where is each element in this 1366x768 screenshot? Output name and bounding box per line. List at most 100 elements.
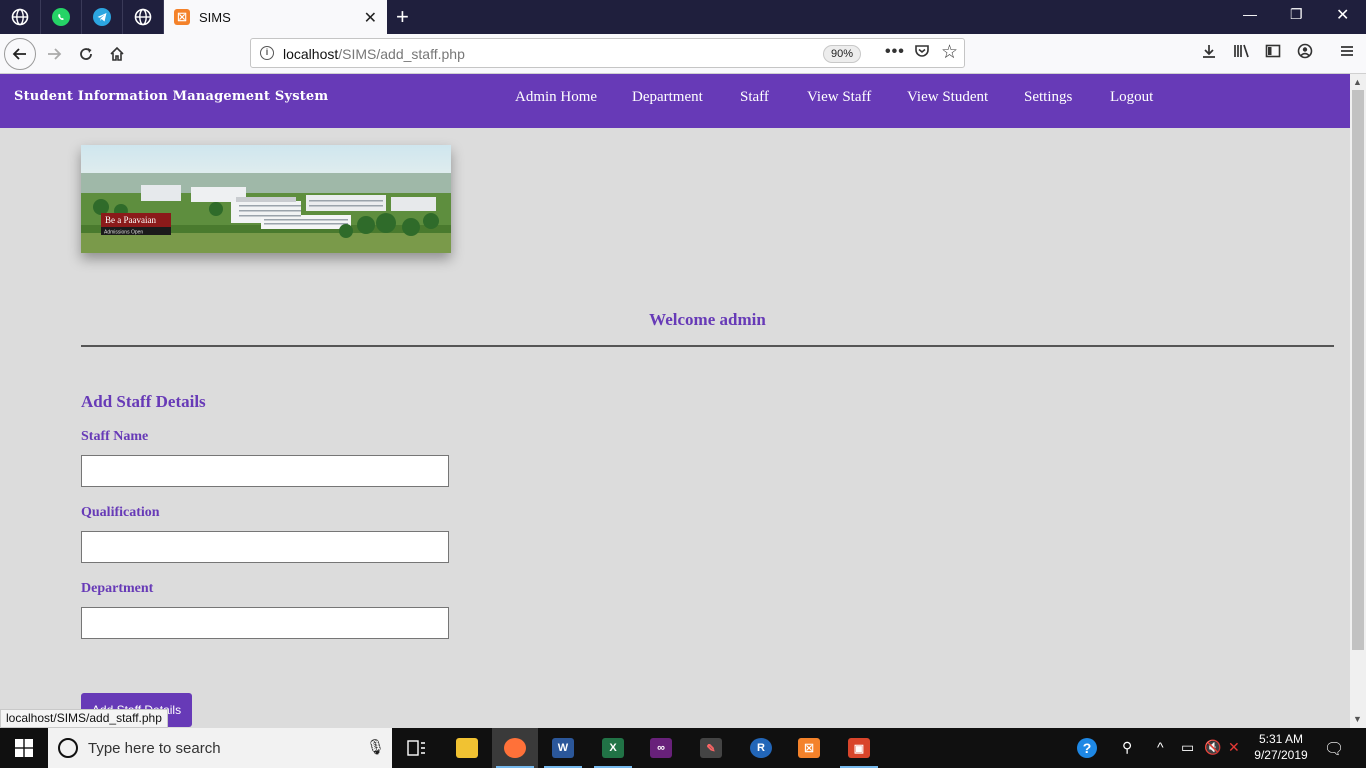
taskbar: Type here to search 🎙 W X ∞ ✎ R ☒ ▣ ? ⚲ … bbox=[0, 728, 1366, 768]
scroll-thumb[interactable] bbox=[1352, 90, 1364, 650]
people-icon[interactable]: ⚲ bbox=[1122, 739, 1132, 756]
close-window-icon[interactable]: ✕ bbox=[1336, 5, 1349, 25]
url-text: localhost/SIMS/add_staff.php bbox=[283, 46, 465, 62]
qualification-label: Qualification bbox=[81, 505, 160, 520]
taskbar-visual-studio[interactable]: ∞ bbox=[638, 728, 684, 768]
task-view-button[interactable] bbox=[394, 728, 440, 768]
taskbar-app-9[interactable]: ▣ bbox=[836, 728, 882, 768]
arrow-right-icon bbox=[48, 48, 62, 60]
taskbar-search[interactable]: Type here to search 🎙 bbox=[48, 728, 392, 768]
taskbar-r[interactable]: R bbox=[738, 728, 784, 768]
nav-logout[interactable]: Logout bbox=[1110, 89, 1153, 106]
network-icon[interactable]: ✕ bbox=[1228, 739, 1240, 756]
qualification-input[interactable] bbox=[81, 531, 449, 563]
form-title: Add Staff Details bbox=[81, 392, 206, 411]
close-icon[interactable]: ✕ bbox=[364, 8, 377, 28]
pocket-icon[interactable] bbox=[914, 43, 930, 64]
nav-view-staff[interactable]: View Staff bbox=[807, 89, 871, 106]
home-icon bbox=[110, 46, 124, 61]
nav-admin-home[interactable]: Admin Home bbox=[515, 89, 597, 106]
firefox-icon bbox=[504, 738, 526, 758]
department-input[interactable] bbox=[81, 607, 449, 639]
browser-toolbar: i localhost/SIMS/add_staff.php 90% ••• ☆ bbox=[0, 34, 1366, 74]
sidebar-icon[interactable] bbox=[1265, 43, 1281, 64]
restore-icon[interactable]: ❐ bbox=[1290, 6, 1303, 23]
more-actions-icon[interactable]: ••• bbox=[885, 43, 905, 61]
reload-button[interactable] bbox=[70, 38, 102, 70]
taskbar-excel[interactable]: X bbox=[590, 728, 636, 768]
system-clock[interactable]: 5:31 AM 9/27/2019 bbox=[1250, 731, 1312, 763]
page-content: Student Information Management System Ad… bbox=[0, 74, 1350, 728]
taskbar-app-6[interactable]: ✎ bbox=[688, 728, 734, 768]
globe-icon bbox=[11, 8, 29, 26]
tab-strip: ☒ SIMS ✕ + — ❐ ✕ bbox=[0, 0, 1366, 34]
pinned-tab-3[interactable] bbox=[82, 0, 123, 34]
nav-department[interactable]: Department bbox=[632, 89, 703, 106]
address-bar[interactable]: i localhost/SIMS/add_staff.php 90% ••• ☆ bbox=[250, 38, 965, 68]
scroll-down-icon[interactable]: ▼ bbox=[1353, 714, 1362, 724]
arrow-left-icon bbox=[12, 48, 26, 60]
hamburger-menu-icon[interactable] bbox=[1339, 43, 1355, 64]
site-header: Student Information Management System Ad… bbox=[0, 74, 1350, 128]
tab-title: SIMS bbox=[199, 9, 231, 25]
word-icon: W bbox=[552, 738, 574, 758]
taskbar-firefox[interactable] bbox=[492, 728, 538, 768]
search-placeholder: Type here to search bbox=[88, 740, 221, 757]
globe-icon bbox=[134, 8, 152, 26]
microphone-icon[interactable]: 🎙 bbox=[366, 738, 385, 756]
pinned-tab-2[interactable] bbox=[41, 0, 82, 34]
taskbar-file-explorer[interactable] bbox=[444, 728, 490, 768]
whatsapp-icon bbox=[52, 8, 70, 26]
pinned-tab-4[interactable] bbox=[123, 0, 164, 34]
bookmark-star-icon[interactable]: ☆ bbox=[941, 41, 958, 64]
scroll-up-icon[interactable]: ▲ bbox=[1353, 77, 1362, 87]
app-icon: ✎ bbox=[700, 738, 722, 758]
minimize-icon[interactable]: — bbox=[1243, 6, 1257, 22]
presentation-icon: ▣ bbox=[848, 738, 870, 758]
telegram-icon bbox=[93, 8, 111, 26]
help-icon[interactable]: ? bbox=[1076, 737, 1098, 762]
back-button[interactable] bbox=[4, 38, 36, 70]
volume-muted-icon[interactable]: 🔇 bbox=[1204, 739, 1221, 756]
windows-logo-icon bbox=[15, 739, 33, 757]
taskbar-xampp[interactable]: ☒ bbox=[786, 728, 832, 768]
folder-icon bbox=[456, 738, 478, 758]
reload-icon bbox=[80, 48, 92, 60]
account-icon[interactable] bbox=[1297, 43, 1313, 64]
divider bbox=[81, 345, 1334, 347]
taskbar-word[interactable]: W bbox=[540, 728, 586, 768]
chevron-up-icon[interactable]: ^ bbox=[1157, 739, 1164, 755]
notifications-icon[interactable]: 🗨 bbox=[1324, 739, 1344, 759]
banner-subcaption: Admissions Open bbox=[104, 230, 143, 236]
xampp-icon: ☒ bbox=[798, 738, 820, 758]
library-icon[interactable] bbox=[1233, 43, 1251, 64]
site-brand[interactable]: Student Information Management System bbox=[14, 89, 328, 104]
home-button[interactable] bbox=[101, 38, 133, 70]
nav-settings[interactable]: Settings bbox=[1024, 89, 1072, 106]
staff-name-input[interactable] bbox=[81, 455, 449, 487]
status-url-tooltip: localhost/SIMS/add_staff.php bbox=[0, 709, 168, 728]
nav-staff[interactable]: Staff bbox=[740, 89, 769, 106]
task-view-icon bbox=[407, 740, 425, 756]
nav-view-student[interactable]: View Student bbox=[907, 89, 988, 106]
battery-icon[interactable]: ▭ bbox=[1181, 739, 1194, 756]
forward-button[interactable] bbox=[38, 38, 70, 70]
visual-studio-icon: ∞ bbox=[650, 738, 672, 758]
svg-text:?: ? bbox=[1083, 740, 1092, 756]
pinned-tab-1[interactable] bbox=[0, 0, 41, 34]
welcome-heading: Welcome admin bbox=[649, 310, 766, 329]
r-icon: R bbox=[750, 738, 772, 758]
excel-icon: X bbox=[602, 738, 624, 758]
cortana-icon bbox=[58, 738, 78, 758]
tab-sims[interactable]: ☒ SIMS ✕ bbox=[164, 0, 387, 34]
zoom-badge[interactable]: 90% bbox=[823, 45, 862, 63]
start-button[interactable] bbox=[0, 728, 48, 768]
clock-time: 5:31 AM bbox=[1258, 732, 1304, 746]
page-scrollbar[interactable]: ▲ ▼ bbox=[1350, 74, 1366, 728]
new-tab-icon[interactable]: + bbox=[396, 4, 409, 30]
staff-name-label: Staff Name bbox=[81, 429, 149, 444]
clock-date: 9/27/2019 bbox=[1254, 748, 1308, 762]
department-label: Department bbox=[81, 581, 154, 596]
info-icon[interactable]: i bbox=[260, 46, 274, 60]
download-icon[interactable] bbox=[1201, 43, 1217, 64]
